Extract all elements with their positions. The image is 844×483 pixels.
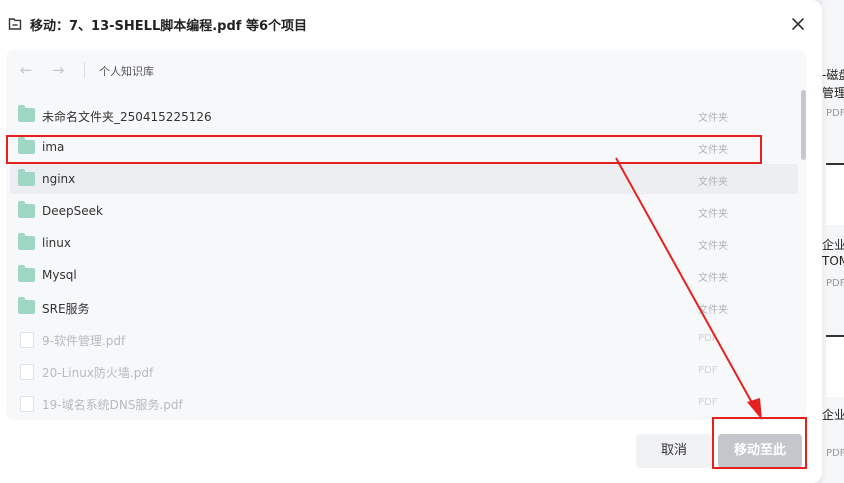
background-snippet: -磁盘 xyxy=(822,68,844,82)
folder-icon xyxy=(18,201,35,218)
list-item[interactable]: ima 文件夹 xyxy=(10,132,798,162)
background-snippet: PDF xyxy=(826,108,844,119)
dialog-footer: 取消 移动至此 xyxy=(0,420,822,483)
background-snippet: PDF xyxy=(826,448,844,459)
list-item[interactable]: Mysql 文件夹 xyxy=(10,260,798,290)
list-item[interactable]: linux 文件夹 xyxy=(10,228,798,258)
cancel-button[interactable]: 取消 xyxy=(636,434,712,468)
item-type: 文件夹 xyxy=(698,177,728,188)
background-thumbnail xyxy=(826,163,844,225)
pdf-file-icon xyxy=(20,364,34,380)
list-item[interactable]: DeepSeek 文件夹 xyxy=(10,196,798,226)
dialog-title: 移动：7、13-SHELL脚本编程.pdf 等6个项目 xyxy=(30,19,307,34)
folder-icon xyxy=(18,137,35,154)
folder-icon xyxy=(18,233,35,250)
item-name: Mysql xyxy=(42,268,77,282)
scrollbar-thumb[interactable] xyxy=(801,90,806,160)
item-name: DeepSeek xyxy=(42,204,103,218)
item-name: 未命名文件夹_250415225126 xyxy=(42,110,212,124)
list-item[interactable]: SRE服务 文件夹 xyxy=(10,292,798,322)
item-type: 文件夹 xyxy=(698,145,728,156)
item-name: 20-Linux防火墙.pdf xyxy=(42,366,154,380)
move-here-button[interactable]: 移动至此 xyxy=(718,434,802,468)
move-to-icon xyxy=(8,18,22,30)
folder-icon xyxy=(18,297,35,314)
list-item[interactable]: nginx 文件夹 xyxy=(10,164,798,194)
list-item: 19-域名系统DNS服务.pdf PDF xyxy=(10,388,798,418)
background-snippet: 管理 xyxy=(822,86,844,100)
background-snippet: 企业 xyxy=(822,238,844,252)
background-snippet: 企业 xyxy=(822,408,844,422)
close-icon[interactable] xyxy=(788,14,808,34)
item-name: linux xyxy=(42,236,71,250)
back-arrow-icon[interactable]: ← xyxy=(18,62,34,78)
list-item: 20-Linux防火墙.pdf PDF xyxy=(10,356,798,386)
folder-icon xyxy=(18,169,35,186)
dialog-header: 移动：7、13-SHELL脚本编程.pdf 等6个项目 xyxy=(0,0,822,48)
folder-icon xyxy=(18,105,35,122)
background-document-list: -磁盘 管理 PDF 企业 TOM PDF 企业 PDF xyxy=(822,0,844,483)
item-type: 文件夹 xyxy=(698,273,728,284)
list-item: 9-软件管理.pdf PDF xyxy=(10,324,798,354)
item-name: ima xyxy=(42,140,65,154)
item-name: nginx xyxy=(42,172,76,186)
item-type: PDF xyxy=(698,333,718,344)
item-type: 文件夹 xyxy=(698,305,728,316)
pdf-file-icon xyxy=(20,396,34,412)
item-name: 9-软件管理.pdf xyxy=(42,334,126,348)
breadcrumb[interactable]: 个人知识库 xyxy=(99,63,154,79)
item-name: SRE服务 xyxy=(42,302,90,316)
item-type: PDF xyxy=(698,397,718,408)
item-type: 文件夹 xyxy=(698,209,728,220)
divider xyxy=(84,62,85,78)
pdf-file-icon xyxy=(20,332,34,348)
forward-arrow-icon[interactable]: → xyxy=(50,62,66,78)
background-thumbnail xyxy=(826,335,844,397)
item-type: 文件夹 xyxy=(698,241,728,252)
background-snippet: PDF xyxy=(826,278,844,289)
move-dialog: 移动：7、13-SHELL脚本编程.pdf 等6个项目 ← → 个人知识库 未命… xyxy=(0,0,822,483)
item-type: PDF xyxy=(698,365,718,376)
item-type: 文件夹 xyxy=(698,113,728,124)
item-name: 19-域名系统DNS服务.pdf xyxy=(42,398,183,412)
list-item[interactable]: 未命名文件夹_250415225126 文件夹 xyxy=(10,100,798,130)
background-snippet: TOM xyxy=(822,254,844,268)
folder-icon xyxy=(18,265,35,282)
folder-browser: ← → 个人知识库 未命名文件夹_250415225126 文件夹 ima 文件… xyxy=(6,50,806,420)
browser-toolbar: ← → 个人知识库 xyxy=(6,50,806,90)
